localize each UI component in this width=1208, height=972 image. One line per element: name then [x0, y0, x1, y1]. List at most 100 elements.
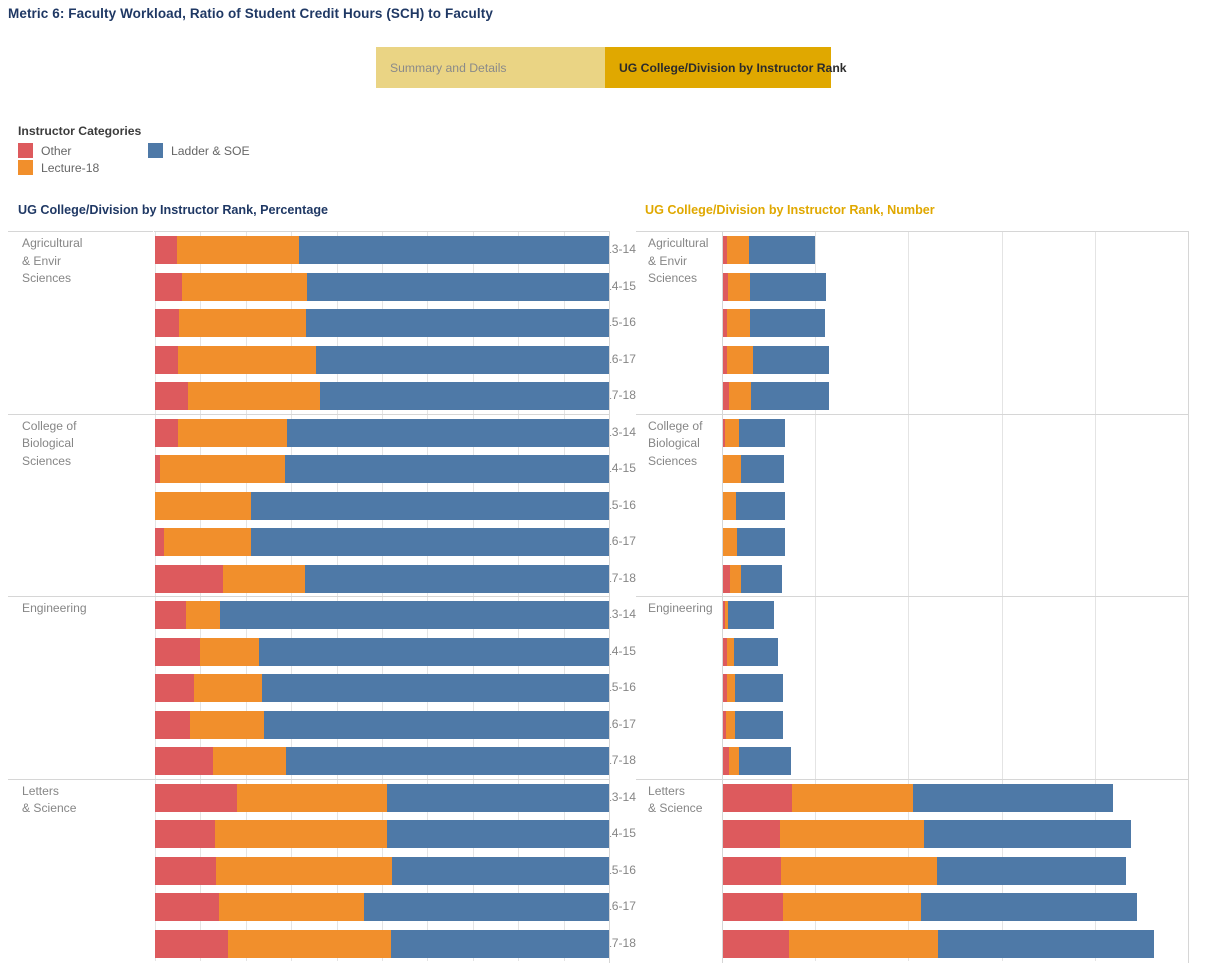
tab-summary-and-details[interactable]: Summary and Details	[376, 47, 605, 88]
bar-segment-other[interactable]	[155, 747, 214, 775]
stacked-bar[interactable]	[722, 601, 1188, 629]
stacked-bar[interactable]	[722, 929, 1188, 958]
legend-item-other[interactable]: Other	[18, 143, 148, 158]
bar-segment-ladder-soe[interactable]	[363, 893, 609, 921]
bar-segment-lecture-18[interactable]	[789, 929, 939, 958]
stacked-bar[interactable]	[722, 382, 1188, 410]
stacked-bar[interactable]	[722, 455, 1188, 483]
stacked-bar[interactable]	[722, 674, 1188, 702]
bar-segment-ladder-soe[interactable]	[749, 236, 816, 264]
bar-segment-ladder-soe[interactable]	[304, 564, 609, 593]
stacked-bar[interactable]	[155, 820, 609, 848]
bar-segment-ladder-soe[interactable]	[740, 564, 782, 593]
bar-segment-lecture-18[interactable]	[177, 418, 287, 447]
stacked-bar[interactable]	[722, 783, 1188, 812]
bar-segment-lecture-18[interactable]	[725, 710, 736, 739]
bar-segment-ladder-soe[interactable]	[750, 382, 830, 410]
bar-segment-lecture-18[interactable]	[729, 747, 739, 775]
bar-segment-lecture-18[interactable]	[727, 272, 750, 301]
bar-segment-lecture-18[interactable]	[177, 345, 317, 374]
stacked-bar[interactable]	[155, 783, 609, 812]
stacked-bar[interactable]	[722, 710, 1188, 739]
bar-segment-other[interactable]	[155, 309, 179, 337]
bar-segment-lecture-18[interactable]	[726, 674, 736, 702]
bar-segment-ladder-soe[interactable]	[316, 345, 609, 374]
bar-segment-lecture-18[interactable]	[200, 637, 260, 666]
bar-segment-lecture-18[interactable]	[227, 929, 392, 958]
bar-segment-ladder-soe[interactable]	[937, 856, 1126, 885]
bar-segment-other[interactable]	[155, 783, 237, 812]
bar-segment-ladder-soe[interactable]	[727, 601, 775, 629]
bar-segment-other[interactable]	[722, 893, 783, 921]
bar-segment-other[interactable]	[155, 236, 177, 264]
bar-segment-other[interactable]	[155, 418, 178, 447]
stacked-bar[interactable]	[155, 272, 609, 301]
bar-segment-ladder-soe[interactable]	[740, 455, 785, 483]
bar-segment-lecture-18[interactable]	[223, 564, 305, 593]
bar-segment-lecture-18[interactable]	[726, 309, 750, 337]
stacked-bar[interactable]	[155, 747, 609, 775]
bar-segment-lecture-18[interactable]	[160, 455, 286, 483]
stacked-bar[interactable]	[722, 637, 1188, 666]
stacked-bar[interactable]	[722, 345, 1188, 374]
stacked-bar[interactable]	[155, 491, 609, 520]
bar-segment-lecture-18[interactable]	[190, 710, 264, 739]
bar-segment-lecture-18[interactable]	[726, 345, 753, 374]
bar-segment-ladder-soe[interactable]	[251, 528, 609, 556]
bar-segment-ladder-soe[interactable]	[285, 747, 609, 775]
bar-segment-other[interactable]	[155, 601, 186, 629]
bar-segment-lecture-18[interactable]	[176, 236, 300, 264]
bar-segment-ladder-soe[interactable]	[386, 783, 609, 812]
bar-segment-ladder-soe[interactable]	[738, 418, 786, 447]
stacked-bar[interactable]	[155, 309, 609, 337]
bar-segment-other[interactable]	[155, 893, 219, 921]
bar-segment-lecture-18[interactable]	[185, 601, 220, 629]
bar-segment-ladder-soe[interactable]	[920, 893, 1137, 921]
bar-segment-other[interactable]	[722, 564, 731, 593]
bar-segment-other[interactable]	[722, 747, 730, 775]
bar-segment-ladder-soe[interactable]	[749, 309, 825, 337]
stacked-bar[interactable]	[722, 491, 1188, 520]
bar-segment-ladder-soe[interactable]	[391, 929, 609, 958]
bar-segment-lecture-18[interactable]	[155, 491, 252, 520]
bar-segment-ladder-soe[interactable]	[285, 455, 609, 483]
bar-segment-ladder-soe[interactable]	[913, 783, 1114, 812]
bar-segment-other[interactable]	[155, 929, 228, 958]
bar-segment-other[interactable]	[155, 637, 201, 666]
bar-segment-ladder-soe[interactable]	[319, 382, 609, 410]
stacked-bar[interactable]	[722, 747, 1188, 775]
stacked-bar[interactable]	[155, 893, 609, 921]
bar-segment-lecture-18[interactable]	[216, 856, 393, 885]
bar-segment-ladder-soe[interactable]	[307, 272, 609, 301]
stacked-bar[interactable]	[722, 418, 1188, 447]
bar-segment-ladder-soe[interactable]	[752, 345, 830, 374]
bar-segment-lecture-18[interactable]	[728, 382, 751, 410]
bar-segment-lecture-18[interactable]	[178, 309, 306, 337]
stacked-bar[interactable]	[722, 856, 1188, 885]
bar-segment-ladder-soe[interactable]	[251, 491, 609, 520]
bar-segment-lecture-18[interactable]	[188, 382, 320, 410]
stacked-bar[interactable]	[155, 601, 609, 629]
bar-segment-ladder-soe[interactable]	[286, 418, 609, 447]
bar-segment-lecture-18[interactable]	[163, 528, 252, 556]
stacked-bar[interactable]	[155, 929, 609, 958]
bar-segment-ladder-soe[interactable]	[938, 929, 1154, 958]
bar-segment-ladder-soe[interactable]	[735, 674, 783, 702]
bar-segment-other[interactable]	[155, 382, 189, 410]
bar-segment-other[interactable]	[155, 564, 224, 593]
stacked-bar[interactable]	[722, 528, 1188, 556]
stacked-bar[interactable]	[155, 637, 609, 666]
stacked-bar[interactable]	[722, 893, 1188, 921]
bar-segment-ladder-soe[interactable]	[924, 820, 1132, 848]
bar-segment-ladder-soe[interactable]	[392, 856, 609, 885]
stacked-bar[interactable]	[155, 710, 609, 739]
tab-ug-college-division-by-instructor-rank[interactable]: UG College/Division by Instructor Rank	[605, 47, 847, 88]
bar-segment-lecture-18[interactable]	[722, 491, 736, 520]
bar-segment-ladder-soe[interactable]	[734, 637, 778, 666]
bar-segment-ladder-soe[interactable]	[219, 601, 609, 629]
bar-segment-other[interactable]	[155, 856, 217, 885]
stacked-bar[interactable]	[155, 528, 609, 556]
bar-segment-ladder-soe[interactable]	[736, 528, 786, 556]
stacked-bar[interactable]	[722, 236, 1188, 264]
bar-segment-lecture-18[interactable]	[193, 674, 262, 702]
